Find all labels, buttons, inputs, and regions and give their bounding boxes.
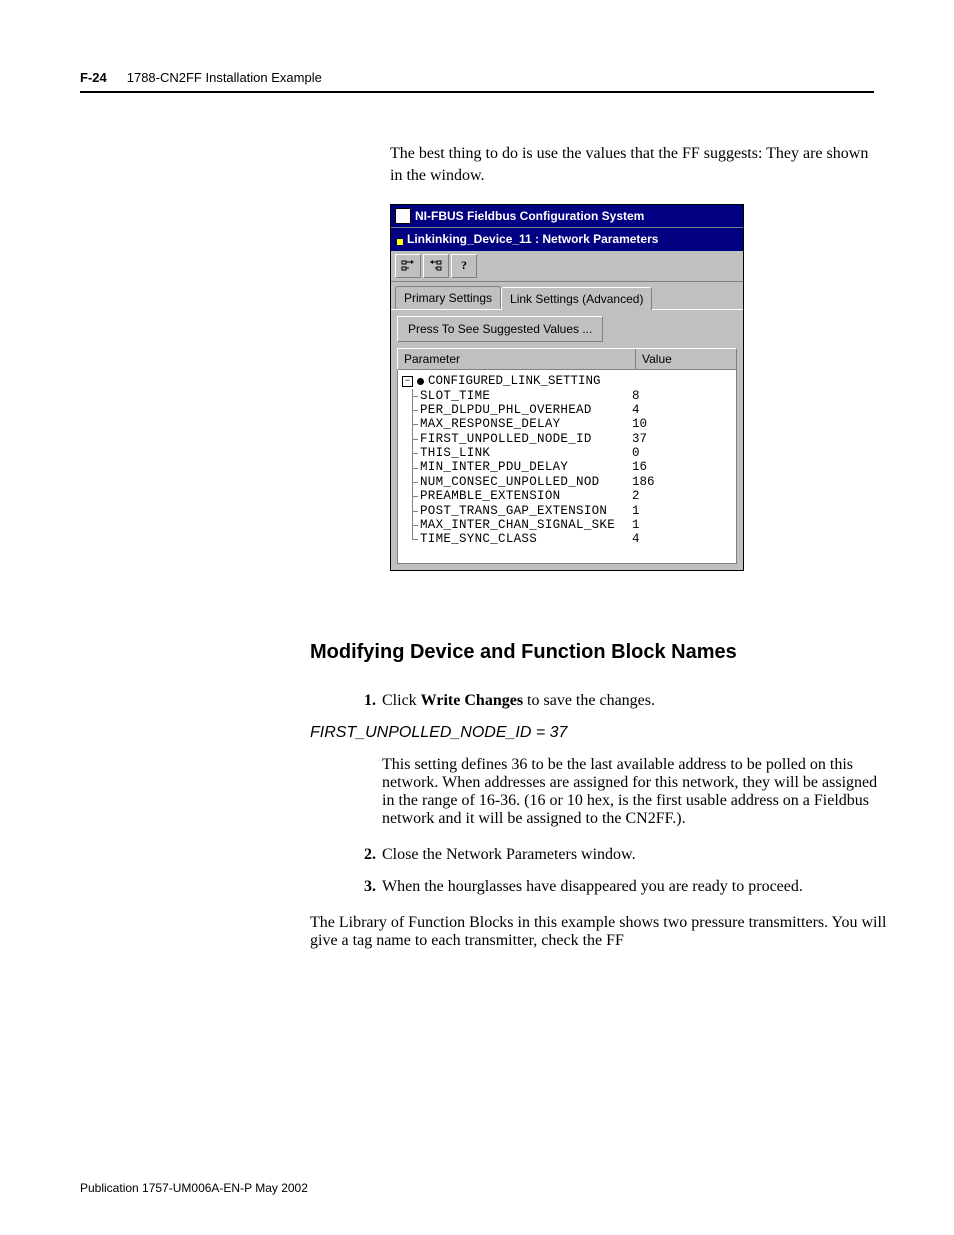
step-number: 1. <box>350 692 376 710</box>
grid-body: − CONFIGURED_LINK_SETTING SLOT_TIME8PER_… <box>397 370 737 564</box>
param-name: SLOT_TIME <box>420 389 628 403</box>
parameter-row[interactable]: TIME_SYNC_CLASS4 <box>408 532 732 546</box>
tree-branch-icon <box>408 532 420 546</box>
parameter-row[interactable]: MAX_INTER_CHAN_SIGNAL_SKE1 <box>408 518 732 532</box>
window-icon <box>397 239 403 245</box>
param-name: MIN_INTER_PDU_DELAY <box>420 460 628 474</box>
step-number: 2. <box>350 846 376 864</box>
param-name: POST_TRANS_GAP_EXTENSION <box>420 504 628 518</box>
tree-branch-icon <box>408 460 420 474</box>
step-text: Close the Network Parameters window. <box>382 846 890 864</box>
tree-branch-icon <box>408 518 420 532</box>
col-value[interactable]: Value <box>636 349 736 369</box>
step-text: When the hourglasses have disappeared yo… <box>382 878 890 896</box>
tree-root[interactable]: − CONFIGURED_LINK_SETTING <box>402 374 732 388</box>
param-value: 0 <box>628 446 640 460</box>
help-icon: ? <box>461 257 467 273</box>
param-name: PER_DLPDU_PHL_OVERHEAD <box>420 403 628 417</box>
step1-pre: Click <box>382 692 421 709</box>
step-3: 3. When the hourglasses have disappeared… <box>350 878 890 896</box>
app-titlebar: NI-FBUS Fieldbus Configuration System <box>391 205 743 227</box>
param-name: MAX_INTER_CHAN_SIGNAL_SKE <box>420 518 628 532</box>
param-value: 8 <box>628 389 640 403</box>
suggested-values-button[interactable]: Press To See Suggested Values ... <box>397 316 603 342</box>
param-value: 1 <box>628 504 640 518</box>
tree-branch-icon <box>408 504 420 518</box>
sub-heading: FIRST_UNPOLLED_NODE_ID = 37 <box>310 724 890 742</box>
param-value: 10 <box>628 417 647 431</box>
intro-paragraph: The best thing to do is use the values t… <box>390 143 880 186</box>
page-number: F-24 <box>80 70 107 85</box>
parameter-row[interactable]: MIN_INTER_PDU_DELAY16 <box>408 460 732 474</box>
param-name: MAX_RESPONSE_DELAY <box>420 417 628 431</box>
section-heading: Modifying Device and Function Block Name… <box>310 641 890 664</box>
step1-bold: Write Changes <box>421 692 523 709</box>
root-label: CONFIGURED_LINK_SETTING <box>428 374 601 388</box>
sub-paragraph: This setting defines 36 to be the last a… <box>382 756 890 828</box>
tree-branch-icon <box>408 432 420 446</box>
toolbar: ? <box>391 251 743 282</box>
toolbar-button-2[interactable] <box>423 254 449 278</box>
parameter-row[interactable]: FIRST_UNPOLLED_NODE_ID37 <box>408 432 732 446</box>
tab-primary-settings[interactable]: Primary Settings <box>395 286 501 309</box>
window-titlebar: Linkinking_Device_11 : Network Parameter… <box>391 227 743 250</box>
config-screenshot: NI-FBUS Fieldbus Configuration System Li… <box>390 204 744 570</box>
param-value: 2 <box>628 489 640 503</box>
closing-paragraph: The Library of Function Blocks in this e… <box>310 914 890 950</box>
parameter-row[interactable]: MAX_RESPONSE_DELAY10 <box>408 417 732 431</box>
app-title: NI-FBUS Fieldbus Configuration System <box>415 208 644 224</box>
param-value: 4 <box>628 403 640 417</box>
parameter-row[interactable]: SLOT_TIME8 <box>408 389 732 403</box>
parameter-row[interactable]: PREAMBLE_EXTENSION2 <box>408 489 732 503</box>
help-button[interactable]: ? <box>451 254 477 278</box>
bullet-icon <box>417 378 424 385</box>
parameter-row[interactable]: NUM_CONSEC_UNPOLLED_NOD186 <box>408 475 732 489</box>
param-name: NUM_CONSEC_UNPOLLED_NOD <box>420 475 628 489</box>
step-2: 2. Close the Network Parameters window. <box>350 846 890 864</box>
parameter-row[interactable]: THIS_LINK0 <box>408 446 732 460</box>
tree-branch-icon <box>408 403 420 417</box>
tree-branch-icon <box>408 475 420 489</box>
tree-icon <box>401 260 415 272</box>
parameter-row[interactable]: POST_TRANS_GAP_EXTENSION1 <box>408 504 732 518</box>
param-name: THIS_LINK <box>420 446 628 460</box>
toolbar-button-1[interactable] <box>395 254 421 278</box>
param-name: TIME_SYNC_CLASS <box>420 532 628 546</box>
step1-post: to save the changes. <box>523 692 655 709</box>
collapse-icon[interactable]: − <box>402 376 413 387</box>
chapter-title: 1788-CN2FF Installation Example <box>127 70 322 85</box>
param-name: FIRST_UNPOLLED_NODE_ID <box>420 432 628 446</box>
param-value: 37 <box>628 432 647 446</box>
param-value: 16 <box>628 460 647 474</box>
publication-footer: Publication 1757-UM006A-EN-P May 2002 <box>80 1181 308 1195</box>
col-parameter[interactable]: Parameter <box>398 349 636 369</box>
tab-link-settings-advanced[interactable]: Link Settings (Advanced) <box>501 287 652 310</box>
tab-panel: Press To See Suggested Values ... Parame… <box>391 309 743 570</box>
step-1: 1. Click Write Changes to save the chang… <box>350 692 890 710</box>
param-name: PREAMBLE_EXTENSION <box>420 489 628 503</box>
parameter-row[interactable]: PER_DLPDU_PHL_OVERHEAD4 <box>408 403 732 417</box>
page-header: F-24 1788-CN2FF Installation Example <box>80 70 874 93</box>
tabs-row: Primary Settings Link Settings (Advanced… <box>391 282 743 309</box>
tree-branch-icon <box>408 489 420 503</box>
tree-icon-2 <box>429 260 443 272</box>
grid-header: Parameter Value <box>397 348 737 370</box>
app-icon <box>395 208 411 224</box>
tree-branch-icon <box>408 389 420 403</box>
tree-branch-icon <box>408 446 420 460</box>
parameter-grid: Parameter Value − CONFIGURED_LINK_SETTIN… <box>397 348 737 564</box>
param-value: 4 <box>628 532 640 546</box>
step-number: 3. <box>350 878 376 896</box>
tree-branch-icon <box>408 417 420 431</box>
param-value: 186 <box>628 475 655 489</box>
window-title: Linkinking_Device_11 : Network Parameter… <box>407 231 658 247</box>
step-text: Click Write Changes to save the changes. <box>382 692 890 710</box>
param-value: 1 <box>628 518 640 532</box>
